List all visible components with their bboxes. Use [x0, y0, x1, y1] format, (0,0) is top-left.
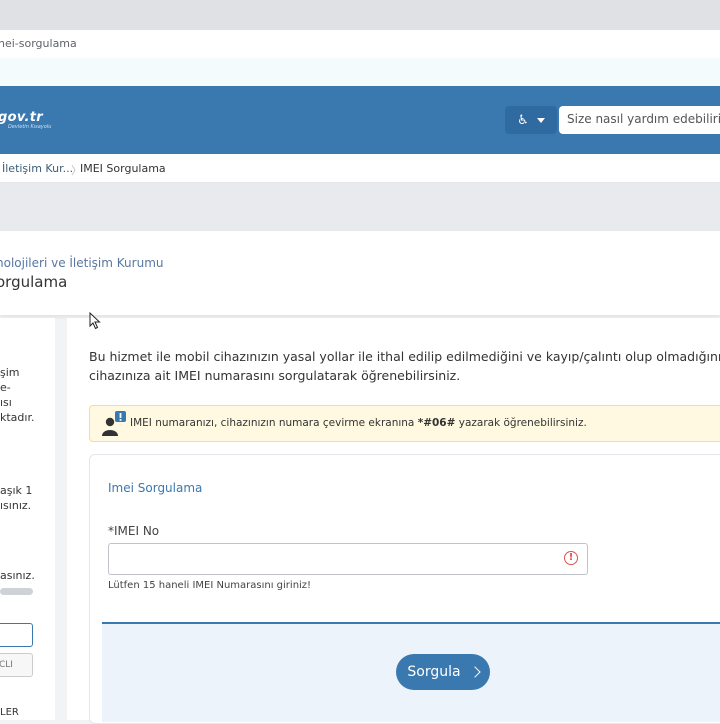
gov-tr-logo[interactable]: gov.tr: [0, 110, 43, 125]
accessibility-button[interactable]: ♿: [505, 106, 557, 134]
accessibility-icon: ♿: [517, 112, 529, 128]
sidebar-progress-bar: [0, 588, 33, 595]
submit-label: Sorgula: [407, 664, 461, 680]
sidebar-input[interactable]: [0, 623, 33, 647]
breadcrumb-item-institution[interactable]: İletişim Kur...: [2, 162, 73, 175]
breadcrumb: İletişim Kur... 〉 IMEI Sorgulama: [0, 154, 720, 183]
logo-tagline: Devletin Kısayolu: [8, 124, 52, 130]
browser-address-bar[interactable]: nei-sorgulama: [0, 30, 720, 59]
form-title: Imei Sorgulama: [108, 481, 203, 495]
chevron-right-icon: [468, 666, 481, 678]
info-notice-text: IMEI numaranızı, cihazınızın numara çevi…: [130, 417, 587, 429]
chevron-down-icon: [536, 117, 545, 123]
sidebar-text-3: asınız.: [0, 569, 35, 582]
browser-bookmarks-strip: [0, 58, 720, 86]
imei-code: *#06#: [417, 417, 456, 429]
institution-name[interactable]: nolojileri ve İletişim Kurumu: [0, 256, 163, 270]
sidebar-text-2: aşık 1 ısınız.: [0, 484, 33, 512]
browser-tab-bar: [0, 0, 720, 31]
breadcrumb-item-current: IMEI Sorgulama: [80, 162, 166, 175]
address-url: nei-sorgulama: [0, 37, 77, 50]
user-alert-icon: [102, 411, 126, 436]
error-icon: !: [564, 551, 578, 565]
site-search-input[interactable]: Size nasıl yardım edebilirim?: [559, 106, 720, 134]
sidebar-button[interactable]: CLI: [0, 653, 33, 677]
sidebar-footer-text: LER: [0, 707, 19, 718]
service-description: Bu hizmet ile mobil cihazınızın yasal yo…: [89, 349, 720, 383]
title-panel: nolojileri ve İletişim Kurumu orgulama: [0, 231, 720, 315]
imei-field-label: *IMEI No: [108, 524, 160, 538]
page-title: orgulama: [0, 273, 68, 291]
mouse-cursor-icon: [89, 312, 101, 330]
imei-input[interactable]: [108, 543, 588, 575]
page-band: [0, 183, 720, 231]
submit-button[interactable]: Sorgula: [396, 654, 490, 690]
imei-hint-text: Lütfen 15 haneli IMEI Numarasını giriniz…: [108, 580, 312, 591]
sidebar-text-1: şim e- ısı ktadır.: [0, 366, 35, 424]
